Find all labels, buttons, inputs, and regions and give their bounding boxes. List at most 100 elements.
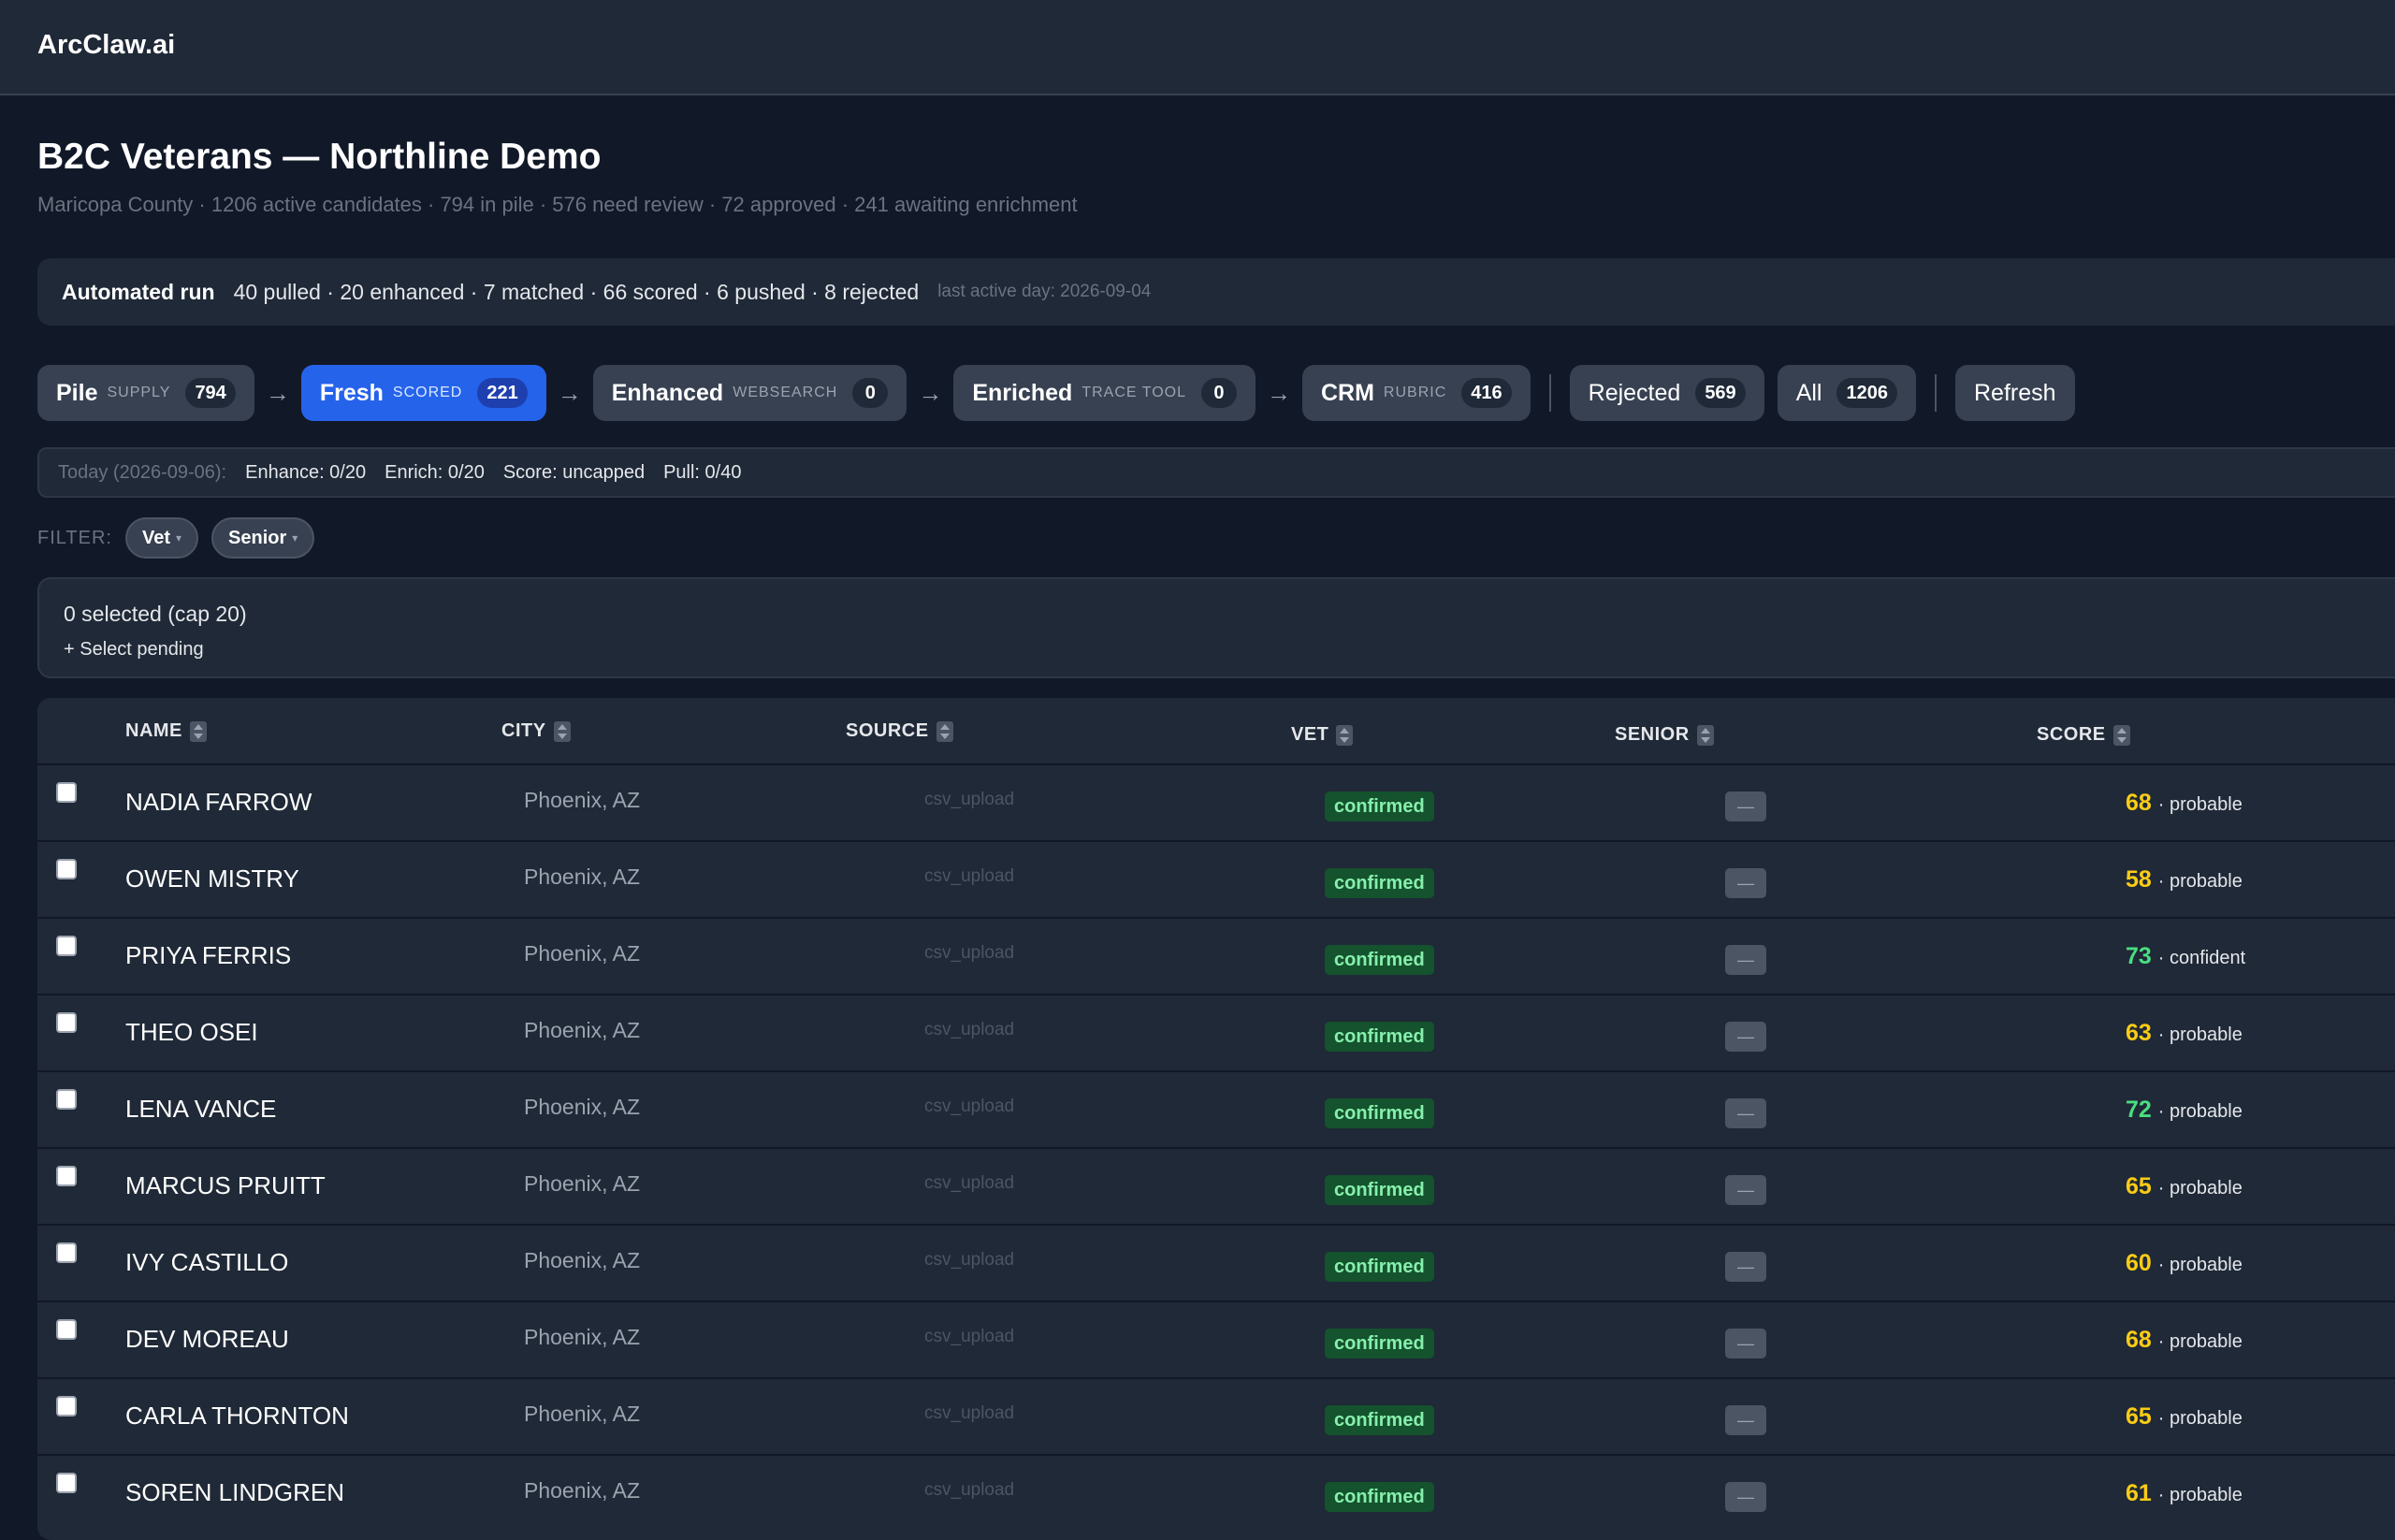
candidate-name[interactable]: SOREN LINDGREN [125, 1478, 344, 1507]
filter-label: FILTER: [37, 527, 112, 548]
col-header-source[interactable]: SOURCE [846, 720, 953, 742]
score-value: 63 [2126, 1020, 2152, 1046]
candidate-name[interactable]: NADIA FARROW [125, 788, 312, 817]
row-checkbox[interactable] [56, 1089, 77, 1110]
table-row[interactable]: SOREN LINDGREN Phoenix, AZ csv_upload confi… [37, 1454, 2395, 1531]
stage-crm[interactable]: CRM RUBRIC 416 [1301, 365, 1531, 421]
chip-count: 1206 [1836, 378, 1897, 408]
candidate-name[interactable]: LENA VANCE [125, 1095, 276, 1124]
today-enrich: Enrich: 0/20 [385, 461, 485, 483]
table-row[interactable]: OWEN MISTRY Phoenix, AZ csv_upload confirme… [37, 840, 2395, 917]
candidate-name[interactable]: PRIYA FERRIS [125, 941, 291, 970]
filter-vet-dropdown[interactable]: Vet ▾ [124, 517, 199, 559]
table-row[interactable]: IVY CASTILLO Phoenix, AZ csv_upload confirm… [37, 1224, 2395, 1300]
filter-senior-dropdown[interactable]: Senior ▾ [211, 517, 315, 559]
row-checkbox[interactable] [56, 1012, 77, 1033]
score-value: 68 [2126, 1327, 2152, 1353]
score-cell: 61 · probable [2126, 1480, 2243, 1507]
table-row[interactable]: CARLA THORNTON Phoenix, AZ csv_upload confi… [37, 1377, 2395, 1454]
col-header-name[interactable]: NAME [125, 720, 207, 742]
candidate-name[interactable]: CARLA THORNTON [125, 1402, 349, 1431]
candidate-source: csv_upload [924, 790, 1015, 809]
select-pending-button[interactable]: + Select pending [64, 639, 204, 661]
stage-fresh[interactable]: Fresh SCORED 221 [300, 365, 546, 421]
today-pull: Pull: 0/40 [663, 461, 742, 483]
col-header-city[interactable]: CITY [501, 720, 571, 742]
stage-enhanced[interactable]: Enhanced WEBSEARCH 0 [592, 365, 907, 421]
candidate-city: Phoenix, AZ [524, 941, 641, 966]
arrow-right-icon: → [557, 378, 582, 407]
vet-status-badge: confirmed [1325, 1175, 1434, 1205]
row-checkbox[interactable] [56, 1242, 77, 1263]
candidate-source: csv_upload [924, 1173, 1015, 1193]
score-confidence: · probable [2157, 1255, 2243, 1275]
row-checkbox[interactable] [56, 1396, 77, 1417]
filter-chip-label: Senior [228, 527, 287, 548]
candidate-name[interactable]: MARCUS PRUITT [125, 1171, 326, 1200]
score-value: 72 [2126, 1097, 2152, 1123]
stage-label: Pile [56, 379, 98, 406]
sort-icon[interactable] [936, 720, 953, 742]
score-cell: 63 · probable [2126, 1020, 2243, 1047]
stage-sub: SCORED [392, 385, 463, 400]
senior-status-badge: — [1725, 1252, 1766, 1282]
table-row[interactable]: NADIA FARROW Phoenix, AZ csv_upload confirm… [37, 763, 2395, 840]
table-row[interactable]: THEO OSEI Phoenix, AZ csv_upload confirmed —… [37, 994, 2395, 1070]
candidate-source: csv_upload [924, 1480, 1015, 1500]
refresh-label: Refresh [1973, 379, 2056, 406]
col-header-senior[interactable]: SENIOR [1615, 724, 1714, 746]
table-row[interactable]: DEV MOREAU Phoenix, AZ csv_upload confirmed… [37, 1300, 2395, 1377]
stage-enriched[interactable]: Enriched TRACE TOOL 0 [953, 365, 1256, 421]
score-cell: 68 · probable [2126, 790, 2243, 817]
chevron-down-icon: ▾ [176, 531, 182, 545]
senior-status-badge: — [1725, 945, 1766, 975]
score-confidence: · probable [2157, 1101, 2243, 1122]
table-row[interactable]: PRIYA FERRIS Phoenix, AZ csv_upload confirm… [37, 917, 2395, 994]
page-title: B2C Veterans — Northline Demo [37, 137, 602, 177]
today-enhance: Enhance: 0/20 [245, 461, 367, 483]
candidate-source: csv_upload [924, 1250, 1015, 1270]
candidate-name[interactable]: IVY CASTILLO [125, 1248, 288, 1277]
score-value: 65 [2126, 1403, 2152, 1430]
col-header-label: SOURCE [846, 720, 929, 741]
candidate-city: Phoenix, AZ [524, 1402, 641, 1426]
candidate-name[interactable]: DEV MOREAU [125, 1325, 289, 1354]
table-row[interactable]: MARCUS PRUITT Phoenix, AZ csv_upload confir… [37, 1147, 2395, 1224]
chip-label: Rejected [1588, 379, 1681, 406]
sort-icon[interactable] [2112, 724, 2130, 746]
all-chip[interactable]: All 1206 [1777, 365, 1916, 421]
sort-icon[interactable] [189, 720, 207, 742]
row-checkbox[interactable] [56, 782, 77, 803]
brand-logo[interactable]: ArcClaw.ai [37, 30, 175, 61]
rejected-chip[interactable]: Rejected 569 [1569, 365, 1764, 421]
arrow-right-icon: → [265, 378, 290, 407]
stage-pile[interactable]: Pile SUPPLY 794 [37, 365, 254, 421]
row-checkbox[interactable] [56, 859, 77, 879]
score-confidence: · probable [2157, 871, 2243, 892]
chip-count: 569 [1695, 378, 1746, 408]
candidate-name[interactable]: THEO OSEI [125, 1018, 258, 1047]
candidate-source: csv_upload [924, 1097, 1015, 1116]
col-header-score[interactable]: SCORE [2037, 724, 2130, 746]
filter-chip-label: Vet [141, 527, 170, 548]
candidate-city: Phoenix, AZ [524, 1095, 641, 1119]
row-checkbox[interactable] [56, 1319, 77, 1340]
senior-status-badge: — [1725, 1022, 1766, 1052]
table-row[interactable]: LENA VANCE Phoenix, AZ csv_upload confirmed… [37, 1070, 2395, 1147]
vet-status-badge: confirmed [1325, 792, 1434, 821]
candidate-city: Phoenix, AZ [524, 1478, 641, 1503]
candidate-name[interactable]: OWEN MISTRY [125, 864, 299, 893]
sort-icon[interactable] [1336, 724, 1354, 746]
sort-icon[interactable] [1696, 724, 1714, 746]
candidate-city: Phoenix, AZ [524, 1325, 641, 1349]
arrow-right-icon: → [918, 378, 943, 407]
refresh-button[interactable]: Refresh [1954, 365, 2075, 421]
row-checkbox[interactable] [56, 1166, 77, 1186]
row-checkbox[interactable] [56, 1473, 77, 1493]
col-header-vet[interactable]: VET [1291, 724, 1354, 746]
row-checkbox[interactable] [56, 936, 77, 956]
sort-icon[interactable] [553, 720, 571, 742]
score-cell: 72 · probable [2126, 1097, 2243, 1124]
candidate-city: Phoenix, AZ [524, 1018, 641, 1042]
top-bar: ArcClaw.ai [0, 0, 2395, 95]
